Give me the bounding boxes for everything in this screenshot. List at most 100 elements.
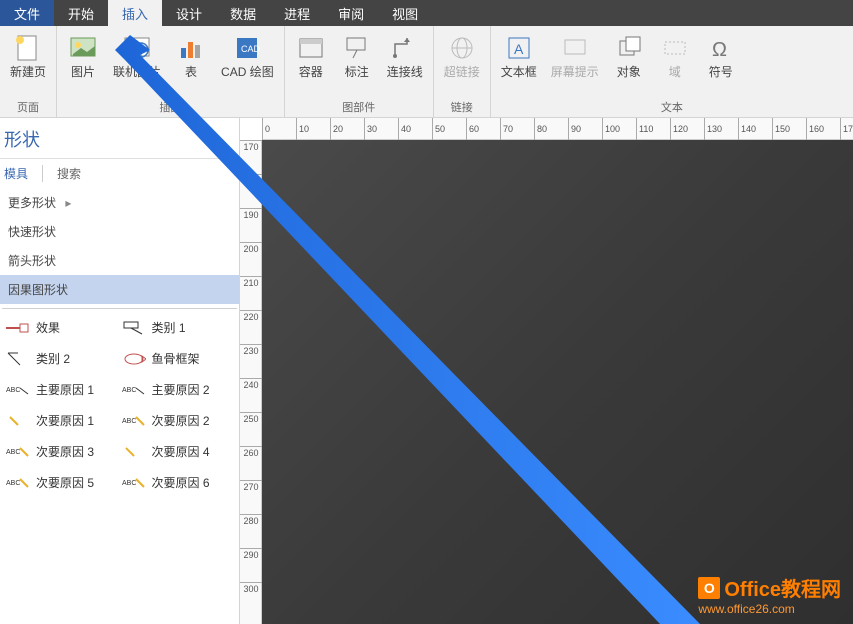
shape-secondary3[interactable]: ABC 次要原因 3 — [6, 443, 118, 460]
callout-label: 标注 — [345, 66, 369, 79]
shape-label: 次要原因 3 — [36, 443, 94, 460]
shape-category2[interactable]: 类别 2 — [6, 350, 118, 367]
svg-text:ABC: ABC — [6, 480, 20, 487]
shape-label: 次要原因 5 — [36, 474, 94, 491]
group-link: 超链接 链接 — [434, 26, 491, 117]
cat-fishbone-shapes[interactable]: 因果图形状 — [0, 275, 239, 304]
primary1-icon: ABC — [6, 382, 30, 398]
hruler-tick: 80 — [534, 118, 547, 140]
vruler-tick: 240 — [240, 378, 262, 390]
stencil-tab[interactable]: 模具 — [4, 165, 28, 182]
svg-text:ABC: ABC — [122, 418, 136, 425]
screentip-button[interactable]: 屏幕提示 — [547, 30, 603, 81]
object-button[interactable]: 对象 — [609, 30, 649, 81]
shape-label: 主要原因 1 — [36, 381, 94, 398]
vruler-tick: 260 — [240, 446, 262, 458]
vruler-tick: 280 — [240, 514, 262, 526]
tab-process[interactable]: 进程 — [270, 0, 324, 26]
field-label: 域 — [669, 66, 681, 79]
shapes-panel: 形状 模具 搜索 更多形状 ▸ 快速形状 箭头形状 因果图形状 效果 类别 1 … — [0, 118, 240, 624]
secondary3-icon: ABC — [6, 444, 30, 460]
ribbon: 新建页 页面 图片 联机图片 表 CAD CAD 绘图 插图 — [0, 26, 853, 118]
vruler-tick: 210 — [240, 276, 262, 288]
textbox-label: 文本框 — [501, 66, 537, 79]
cad-label: CAD 绘图 — [221, 66, 274, 79]
shape-effect[interactable]: 效果 — [6, 319, 118, 336]
textbox-button[interactable]: A 文本框 — [497, 30, 541, 81]
field-button[interactable]: 域 — [655, 30, 695, 81]
tab-view[interactable]: 视图 — [378, 0, 432, 26]
shape-secondary4[interactable]: 次要原因 4 — [122, 443, 234, 460]
drawing-canvas[interactable] — [262, 140, 853, 624]
online-pictures-button[interactable]: 联机图片 — [109, 30, 165, 81]
shape-secondary1[interactable]: 次要原因 1 — [6, 412, 118, 429]
pictures-label: 图片 — [71, 66, 95, 79]
shape-secondary2[interactable]: ABC次要原因 2 — [122, 412, 234, 429]
container-button[interactable]: 容器 — [291, 30, 331, 81]
hruler-tick: 60 — [466, 118, 479, 140]
hyperlink-button[interactable]: 超链接 — [440, 30, 484, 81]
shape-label: 类别 2 — [36, 350, 70, 367]
shape-label: 效果 — [36, 319, 60, 336]
container-icon — [295, 32, 327, 64]
symbol-label: 符号 — [709, 66, 733, 79]
cad-icon: CAD — [231, 32, 263, 64]
object-label: 对象 — [617, 66, 641, 79]
hruler-tick: 150 — [772, 118, 790, 140]
object-icon — [613, 32, 645, 64]
tab-review[interactable]: 审阅 — [324, 0, 378, 26]
hyperlink-icon — [446, 32, 478, 64]
group-link-label: 链接 — [440, 99, 484, 115]
tab-file[interactable]: 文件 — [0, 0, 54, 26]
connector-button[interactable]: 连接线 — [383, 30, 427, 81]
search-tab[interactable]: 搜索 — [42, 165, 81, 182]
vruler-tick: 300 — [240, 582, 262, 594]
secondary6-icon: ABC — [122, 475, 146, 491]
shape-secondary5[interactable]: ABC 次要原因 5 — [6, 474, 118, 491]
chart-button[interactable]: 表 — [171, 30, 211, 81]
online-pictures-label: 联机图片 — [113, 66, 161, 79]
field-icon — [659, 32, 691, 64]
primary2-icon: ABC — [122, 382, 146, 398]
hyperlink-label: 超链接 — [444, 66, 480, 79]
chart-label: 表 — [185, 66, 197, 79]
container-label: 容器 — [299, 66, 323, 79]
hruler-tick: 90 — [568, 118, 581, 140]
shape-primary2[interactable]: ABC主要原因 2 — [122, 381, 234, 398]
svg-text:Ω: Ω — [712, 39, 727, 61]
shape-secondary6[interactable]: ABC次要原因 6 — [122, 474, 234, 491]
symbol-button[interactable]: Ω 符号 — [701, 30, 741, 81]
group-parts-label: 图部件 — [291, 99, 427, 115]
new-page-icon — [12, 32, 44, 64]
tab-design[interactable]: 设计 — [162, 0, 216, 26]
tab-home[interactable]: 开始 — [54, 0, 108, 26]
canvas-area: 0102030405060708090100110120130140150160… — [240, 118, 853, 624]
new-page-button[interactable]: 新建页 — [6, 30, 50, 81]
tab-insert[interactable]: 插入 — [108, 0, 162, 26]
effect-icon — [6, 320, 30, 336]
svg-text:ABC: ABC — [122, 387, 136, 394]
group-illustrations: 图片 联机图片 表 CAD CAD 绘图 插图 — [57, 26, 285, 117]
cat-quick-shapes[interactable]: 快速形状 — [0, 217, 239, 246]
vruler-tick: 180 — [240, 174, 262, 186]
hruler-tick: 10 — [296, 118, 309, 140]
group-text: A 文本框 屏幕提示 对象 域 Ω 符号 文本 — [491, 26, 853, 117]
tab-data[interactable]: 数据 — [216, 0, 270, 26]
svg-text:ABC: ABC — [6, 449, 20, 456]
shape-label: 类别 1 — [152, 319, 186, 336]
shape-primary1[interactable]: ABC 主要原因 1 — [6, 381, 118, 398]
shape-category1[interactable]: 类别 1 — [122, 319, 234, 336]
pictures-button[interactable]: 图片 — [63, 30, 103, 81]
secondary4-icon — [122, 444, 146, 460]
cat-arrow-shapes[interactable]: 箭头形状 — [0, 246, 239, 275]
vruler-tick: 290 — [240, 548, 262, 560]
cad-button[interactable]: CAD CAD 绘图 — [217, 30, 278, 81]
callout-button[interactable]: 标注 — [337, 30, 377, 81]
shape-fish-frame[interactable]: 鱼骨框架 — [122, 350, 234, 367]
symbol-icon: Ω — [705, 32, 737, 64]
hruler-tick: 100 — [602, 118, 620, 140]
shape-label: 次要原因 1 — [36, 412, 94, 429]
screentip-label: 屏幕提示 — [551, 66, 599, 79]
hruler-tick: 70 — [500, 118, 513, 140]
cat-more-shapes[interactable]: 更多形状 ▸ — [0, 188, 239, 217]
